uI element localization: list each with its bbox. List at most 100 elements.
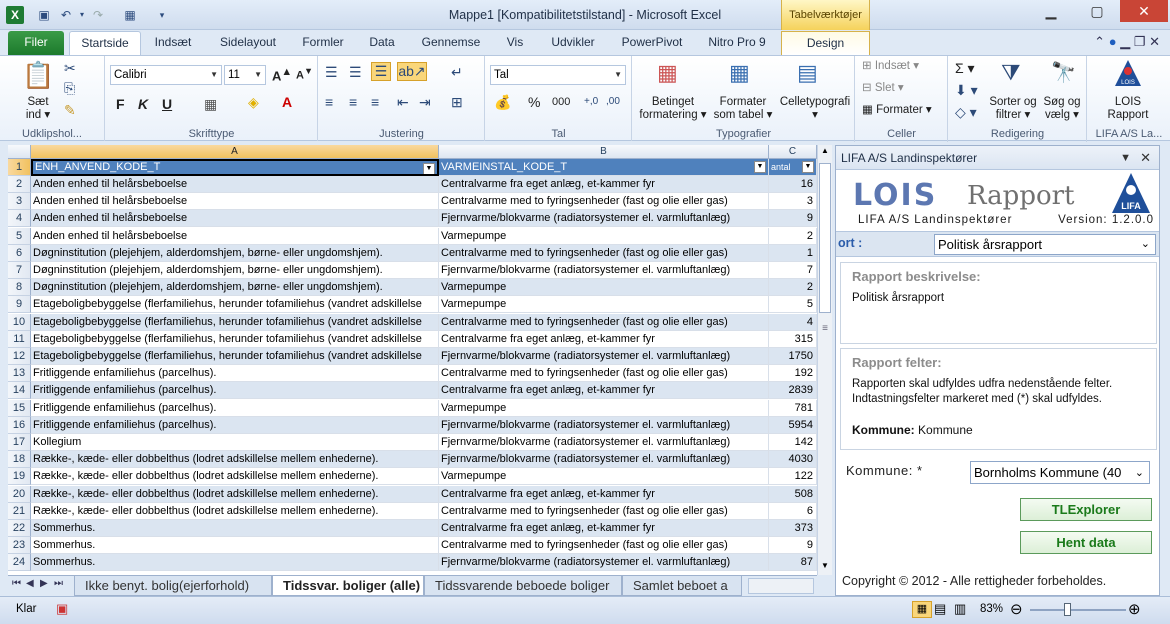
tab-formulas[interactable]: Formler	[294, 31, 352, 55]
underline-button[interactable]: U	[162, 96, 172, 112]
first-sheet-icon[interactable]: ⏮	[12, 578, 21, 589]
row-header[interactable]: 9	[8, 296, 31, 314]
table-cell[interactable]: 142	[769, 434, 817, 451]
table-cell[interactable]: Sommerhus.	[31, 520, 439, 537]
increase-indent-icon[interactable]: ⇥	[419, 94, 431, 111]
row-header[interactable]: 10	[8, 313, 31, 331]
table-cell[interactable]: Centralvarme fra eget anlæg, et-kammer f…	[439, 330, 769, 348]
lois-rapport-button[interactable]: LOIS Rapport	[1098, 96, 1158, 122]
tab-file[interactable]: Filer	[8, 31, 64, 55]
wrap-text-icon[interactable]: ↵	[451, 64, 463, 81]
align-center-icon[interactable]: ≡	[349, 94, 357, 110]
align-bottom-icon[interactable]: ☰	[371, 62, 391, 81]
font-size-combo[interactable]: 11 ▼	[224, 65, 266, 85]
sheet-tab[interactable]: Ikke benyt. bolig(ejerforhold)	[74, 576, 272, 596]
table-cell[interactable]: Centralvarme med to fyringsenheder (fast…	[439, 537, 769, 555]
table-cell[interactable]: Etageboligbebyggelse (flerfamiliehus, he…	[31, 330, 439, 348]
table-cell[interactable]: Sommerhus.	[31, 554, 439, 572]
table-cell[interactable]: 9	[769, 210, 817, 228]
pane-close-icon[interactable]: ✕	[1140, 146, 1151, 170]
table-cell[interactable]: Fjernvarme/blokvarme (radiatorsystemer e…	[439, 451, 769, 469]
table-cell[interactable]: Fjernvarme/blokvarme (radiatorsystemer e…	[439, 554, 769, 572]
table-cell[interactable]: Fjernvarme/blokvarme (radiatorsystemer e…	[439, 348, 769, 365]
table-cell[interactable]: 781	[769, 399, 817, 417]
insert-cells-button[interactable]: ⊞ Indsæt ▾	[862, 60, 919, 73]
table-cell[interactable]: Fjernvarme/blokvarme (radiatorsystemer e…	[439, 210, 769, 228]
workbook-minimize-icon[interactable]: ▁	[1120, 34, 1130, 49]
horizontal-scrollbar[interactable]	[748, 578, 814, 594]
table-cell[interactable]: 1	[769, 244, 817, 262]
workbook-close-icon[interactable]: ✕	[1149, 34, 1160, 49]
tab-developer[interactable]: Udvikler	[540, 31, 606, 55]
shrink-font-icon[interactable]: A▼	[296, 66, 313, 82]
table-cell[interactable]: Varmepumpe	[439, 399, 769, 417]
table-cell[interactable]: Varmepumpe	[439, 279, 769, 297]
find-select-button[interactable]: Søg og vælg ▾	[1039, 96, 1085, 122]
table-cell[interactable]: Kollegium	[31, 434, 439, 451]
macro-record-icon[interactable]: ▣	[56, 601, 68, 617]
row-header[interactable]: 13	[8, 365, 31, 383]
select-all-corner[interactable]	[8, 145, 31, 159]
merge-center-icon[interactable]: ⊞	[451, 94, 463, 111]
table-cell[interactable]: Række-, kæde- eller dobbelthus (lodret a…	[31, 485, 439, 503]
row-header[interactable]: 7	[8, 262, 31, 279]
increase-decimal-icon[interactable]: +,0	[584, 96, 598, 107]
table-cell[interactable]: 373	[769, 520, 817, 537]
table-cell[interactable]: Anden enhed til helårsbeboelse	[31, 227, 439, 245]
row-header[interactable]: 3	[8, 193, 31, 211]
table-header-cell[interactable]: VARMEINSTAL_KODE_T ▼	[439, 159, 769, 176]
table-cell[interactable]: Døgninstitution (plejehjem, alderdomshje…	[31, 279, 439, 297]
tab-view[interactable]: Vis	[498, 31, 532, 55]
table-cell[interactable]: 2	[769, 279, 817, 297]
maximize-button[interactable]: ▢	[1074, 0, 1120, 22]
sheet-tab[interactable]: Samlet beboet a	[622, 576, 742, 596]
zoom-out-icon[interactable]: ⊖	[1010, 600, 1023, 618]
scroll-up-icon[interactable]: ▲	[819, 146, 831, 158]
table-cell[interactable]: 315	[769, 330, 817, 348]
column-header-a[interactable]: A	[31, 145, 439, 159]
table-cell[interactable]: 2839	[769, 382, 817, 400]
find-select-icon[interactable]: 🔭	[1051, 60, 1076, 85]
table-cell[interactable]: Anden enhed til helårsbeboelse	[31, 210, 439, 228]
table-header-cell[interactable]: antal ▼	[769, 159, 817, 176]
kommune-select[interactable]: Bornholms Kommune (40 ⌄	[970, 461, 1150, 484]
table-cell[interactable]: 4	[769, 313, 817, 331]
prev-sheet-icon[interactable]: ◀	[26, 578, 34, 589]
last-sheet-icon[interactable]: ⏭	[54, 578, 63, 589]
zoom-slider-thumb[interactable]	[1064, 603, 1071, 616]
orientation-icon[interactable]: ab↗	[397, 62, 427, 81]
tab-page-layout[interactable]: Sidelayout	[210, 31, 286, 55]
grow-font-icon[interactable]: A▲	[272, 66, 292, 83]
minimize-ribbon-icon[interactable]: ⌃	[1094, 34, 1105, 49]
tab-home[interactable]: Startside	[69, 31, 141, 55]
next-sheet-icon[interactable]: ▶	[40, 578, 48, 589]
vertical-scrollbar[interactable]: ▲ ≡ ▼	[817, 145, 832, 575]
zoom-in-icon[interactable]: ⊕	[1128, 600, 1141, 618]
table-cell[interactable]: 6	[769, 502, 817, 520]
align-right-icon[interactable]: ≡	[371, 94, 379, 110]
borders-icon[interactable]: ▦	[204, 96, 217, 113]
decrease-decimal-icon[interactable]: ,00	[606, 96, 620, 107]
cell-styles-button[interactable]: Celletypografi ▾	[776, 96, 854, 122]
scroll-down-icon[interactable]: ▼	[819, 561, 831, 573]
table-cell[interactable]: Varmepumpe	[439, 227, 769, 245]
thousands-button[interactable]: 000	[552, 96, 570, 108]
table-cell[interactable]: Centralvarme fra eget anlæg, et-kammer f…	[439, 485, 769, 503]
paste-icon[interactable]: 📋	[22, 60, 54, 91]
table-cell[interactable]: Centralvarme med to fyringsenheder (fast…	[439, 313, 769, 331]
decrease-indent-icon[interactable]: ⇤	[397, 94, 409, 111]
table-cell[interactable]: 5954	[769, 416, 817, 434]
align-left-icon[interactable]: ≡	[325, 94, 333, 110]
row-header[interactable]: 17	[8, 434, 31, 451]
align-top-icon[interactable]: ☰	[325, 64, 338, 81]
table-cell[interactable]: Døgninstitution (plejehjem, alderdomshje…	[31, 262, 439, 279]
autosum-icon[interactable]: Σ ▾	[955, 60, 975, 77]
row-header[interactable]: 1	[8, 159, 31, 176]
table-cell[interactable]: Fritliggende enfamiliehus (parcelhus).	[31, 365, 439, 383]
table-cell[interactable]: Anden enhed til helårsbeboelse	[31, 193, 439, 211]
hent-data-button[interactable]: Hent data	[1020, 531, 1152, 554]
row-header[interactable]: 19	[8, 468, 31, 486]
format-painter-icon[interactable]: ✎	[64, 102, 76, 119]
table-cell[interactable]: 192	[769, 365, 817, 383]
row-header[interactable]: 14	[8, 382, 31, 400]
